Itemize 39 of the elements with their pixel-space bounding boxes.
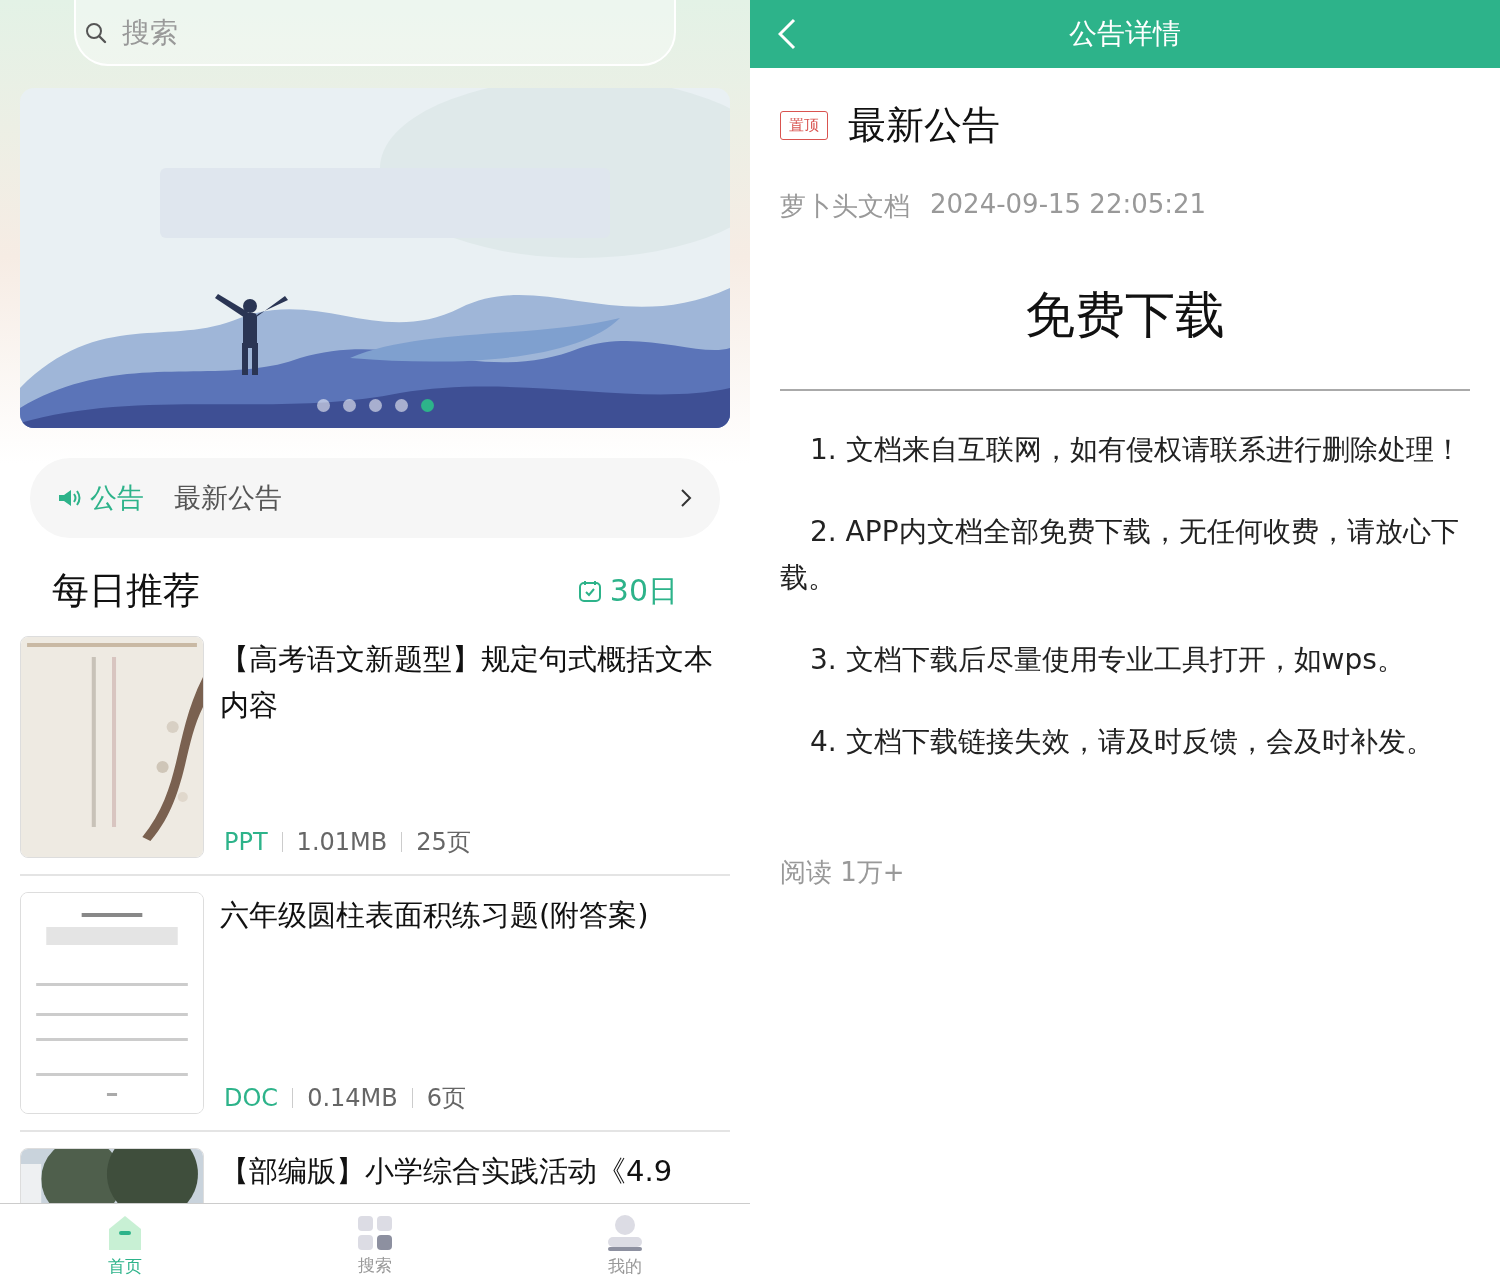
search-field[interactable]: 搜索: [74, 0, 676, 66]
calendar-icon: [577, 579, 602, 603]
document-title: 【部编版】小学综合实践活动《4.9: [220, 1153, 674, 1190]
file-size: 0.14MB: [307, 1084, 398, 1112]
carousel-dot[interactable]: [316, 399, 330, 412]
author: 萝卜头文档: [780, 190, 910, 223]
home-icon: [108, 1214, 142, 1251]
paragraph: 3. 文档下载后尽量使用专业工具打开，如wps。: [809, 642, 1406, 678]
notice-label: 公告: [90, 481, 144, 515]
document-card[interactable]: 【高考语文新题型】规定句式概括文本内容 PPT 1.01MB 25页: [20, 620, 730, 876]
notice-bar[interactable]: 公告 最新公告: [30, 458, 720, 538]
user-icon: [608, 1214, 642, 1251]
back-icon[interactable]: [778, 18, 796, 50]
page-count: 6页: [426, 1083, 467, 1114]
notice-text: 最新公告: [174, 481, 283, 515]
chevron-right-icon: [680, 488, 692, 508]
document-card[interactable]: 六年级圆柱表面积练习题(附答案) DOC 0.14MB 6页: [20, 876, 730, 1132]
file-size: 1.01MB: [296, 828, 388, 856]
notice-title: 最新公告: [848, 102, 1000, 149]
carousel-dot[interactable]: [342, 399, 356, 412]
timestamp: 2024-09-15 22:05:21: [930, 189, 1207, 221]
carousel-dot[interactable]: [368, 399, 382, 412]
file-type: PPT: [224, 828, 268, 856]
page-title: 公告详情: [1069, 16, 1181, 52]
document-title: 【高考语文新题型】规定句式概括文本内容: [220, 641, 714, 724]
paragraph: 4. 文档下载链接失效，请及时反馈，会及时补发。: [809, 724, 1435, 760]
period-label: 30日: [609, 571, 678, 610]
document-title: 六年级圆柱表面积练习题(附答案): [220, 897, 650, 934]
section-title: 每日推荐: [52, 568, 201, 614]
paragraph: 2. APP内文档全部免费下载，无任何收费，请放心下载。: [780, 514, 1460, 596]
pinned-tag: 置顶: [780, 111, 828, 140]
page-count: 25页: [416, 827, 471, 858]
search-icon: [84, 21, 108, 45]
file-type: DOC: [224, 1084, 279, 1112]
carousel-dot[interactable]: [394, 399, 408, 412]
paragraph: 1. 文档来自互联网，如有侵权请联系进行删除处理！: [809, 432, 1463, 468]
grid-icon: [358, 1215, 392, 1250]
read-count: 阅读 1万+: [780, 856, 906, 889]
content-heading: 免费下载: [1024, 285, 1226, 346]
